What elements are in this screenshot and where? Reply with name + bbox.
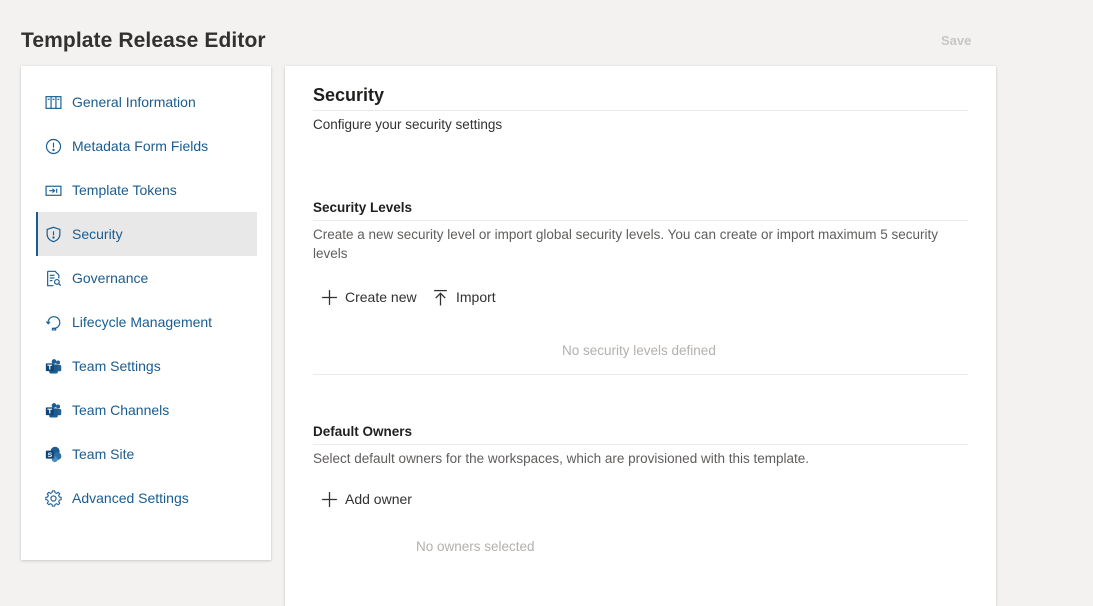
no-security-levels-message: No security levels defined [562, 343, 716, 358]
sidebar-item-label: Team Site [72, 446, 135, 462]
add-owner-label: Add owner [345, 491, 412, 507]
sidebar-item-label: Governance [72, 270, 149, 286]
sidebar-item-lifecycle-management[interactable]: Lifecycle Management [36, 300, 257, 344]
upload-icon [431, 288, 449, 306]
info-circle-icon [44, 137, 62, 155]
sidebar-item-governance[interactable]: Governance [36, 256, 257, 300]
import-button[interactable]: Import [431, 288, 496, 306]
sidebar-item-team-settings[interactable]: Team Settings [36, 344, 257, 388]
sidebar-item-security[interactable]: Security [36, 212, 257, 256]
sidebar-item-label: Template Tokens [72, 182, 177, 198]
add-owner-button[interactable]: Add owner [320, 490, 412, 508]
teams-icon [44, 357, 62, 375]
columns-icon [44, 93, 62, 111]
sidebar-list: General Information Metadata Form Fields… [36, 80, 257, 520]
section-description: Configure your security settings [313, 117, 503, 132]
document-search-icon [44, 269, 62, 287]
teams-icon [44, 401, 62, 419]
sidebar-item-label: Lifecycle Management [72, 314, 213, 330]
section-title: Security [313, 85, 385, 105]
divider [313, 110, 968, 111]
sidebar-item-label: General Information [72, 94, 196, 110]
lifecycle-icon [44, 313, 62, 331]
shield-icon [44, 225, 62, 243]
sharepoint-icon: S [44, 445, 62, 463]
security-levels-title: Security Levels [313, 200, 413, 215]
sidebar-item-label: Team Channels [72, 402, 170, 418]
sidebar-item-general-information[interactable]: General Information [36, 80, 257, 124]
default-owners-description: Select default owners for the workspaces… [313, 451, 809, 466]
sidebar-item-label: Metadata Form Fields [72, 138, 209, 154]
default-owners-title: Default Owners [313, 424, 413, 439]
security-levels-description: Create a new security level or import gl… [313, 227, 939, 261]
create-new-button[interactable]: Create new [320, 288, 417, 306]
sidebar-item-team-site[interactable]: S Team Site [36, 432, 257, 476]
sidebar-item-advanced-settings[interactable]: Advanced Settings [36, 476, 257, 520]
no-owners-message: No owners selected [416, 539, 535, 554]
import-label: Import [456, 289, 496, 305]
divider [313, 220, 968, 221]
save-button[interactable]: Save [941, 33, 971, 48]
sidebar-item-label: Security [72, 226, 123, 242]
security-panel: Security Configure your security setting… [285, 66, 996, 606]
create-new-label: Create new [345, 289, 417, 305]
sidebar-item-team-channels[interactable]: Team Channels [36, 388, 257, 432]
gear-icon [44, 489, 62, 507]
svg-text:S: S [47, 452, 52, 459]
sidebar-item-metadata-form-fields[interactable]: Metadata Form Fields [36, 124, 257, 168]
plus-icon [320, 490, 338, 508]
sidebar-item-template-tokens[interactable]: Template Tokens [36, 168, 257, 212]
divider [313, 444, 968, 445]
sidebar-nav: General Information Metadata Form Fields… [21, 66, 271, 560]
plus-icon [320, 288, 338, 306]
sidebar-item-label: Team Settings [72, 358, 161, 374]
sidebar-item-label: Advanced Settings [72, 490, 189, 506]
token-icon [44, 181, 62, 199]
divider [313, 374, 968, 375]
page-title: Template Release Editor [21, 29, 266, 52]
